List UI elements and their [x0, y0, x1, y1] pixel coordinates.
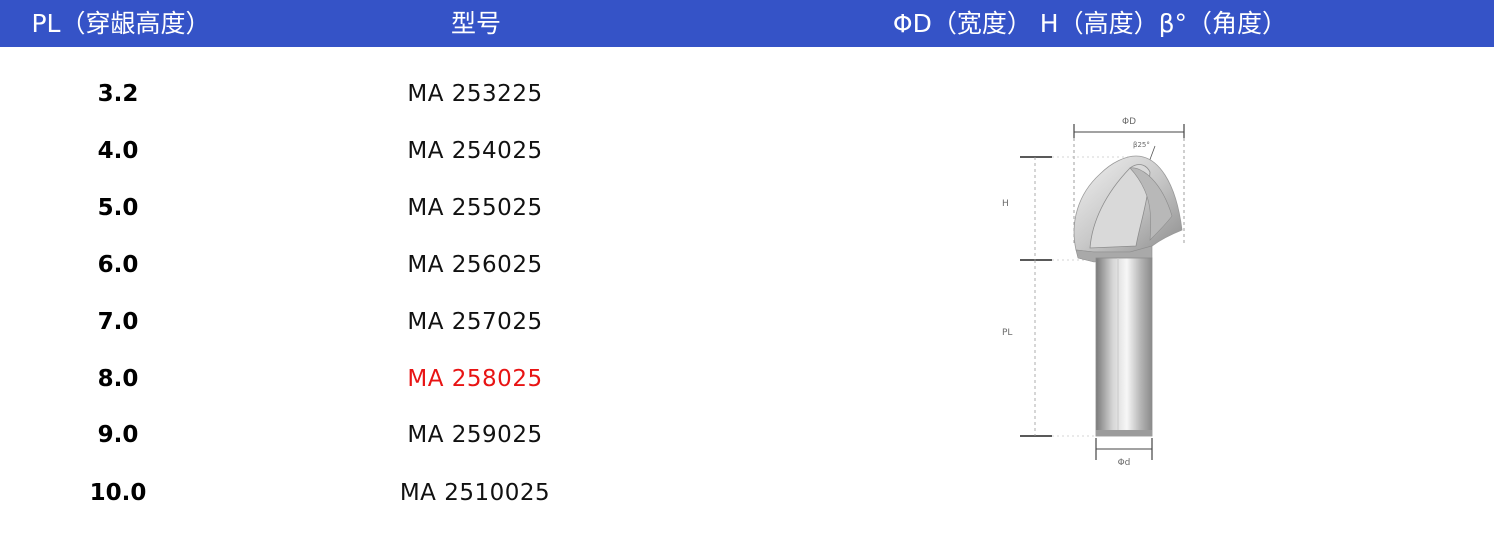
model-number: MA 259025: [407, 422, 543, 448]
pl-value: 8.0: [97, 366, 139, 392]
model-number: MA 257025: [407, 309, 543, 335]
pl-value: 4.0: [97, 138, 139, 164]
table-row: 7.0 MA 257025: [0, 302, 700, 342]
model-number-highlighted: MA 258025: [407, 366, 543, 392]
model-number: MA 254025: [407, 138, 543, 164]
table-row: 4.0 MA 254025: [0, 131, 700, 171]
table-row: 5.0 MA 255025: [0, 188, 700, 228]
model-number: MA 256025: [407, 252, 543, 278]
table-row: 6.0 MA 256025: [0, 245, 700, 285]
pl-value: 5.0: [97, 195, 139, 221]
table-header: PL（穿龈高度） 型号 ΦD（宽度） H（高度）β°（角度）: [0, 0, 1494, 47]
model-number: MA 253225: [407, 81, 543, 107]
table-row: 8.0 MA 258025: [0, 359, 700, 399]
table-row: 10.0 MA 2510025: [0, 473, 700, 513]
pl-value: 6.0: [97, 252, 139, 278]
abutment-dimension-diagram: ΦD β25° H PL Φd: [1002, 117, 1185, 468]
model-number: MA 2510025: [399, 480, 551, 506]
table-row: 9.0 MA 259025: [0, 415, 700, 455]
pl-value: 3.2: [97, 81, 139, 107]
model-number: MA 255025: [407, 195, 543, 221]
label-width-D: ΦD: [1122, 117, 1136, 127]
label-height-H: H: [1002, 199, 1009, 209]
header-dimensions: ΦD（宽度） H（高度）β°（角度）: [892, 9, 1288, 38]
pl-value: 10.0: [89, 480, 147, 506]
pl-value: 9.0: [97, 422, 139, 448]
header-pl: PL（穿龈高度）: [31, 9, 211, 38]
header-model: 型号: [450, 9, 501, 38]
label-angle: β25°: [1133, 141, 1150, 149]
label-PL: PL: [1002, 328, 1012, 338]
table-row: 3.2 MA 253225: [0, 74, 700, 114]
label-diameter-d: Φd: [1118, 458, 1131, 468]
pl-value: 7.0: [97, 309, 139, 335]
